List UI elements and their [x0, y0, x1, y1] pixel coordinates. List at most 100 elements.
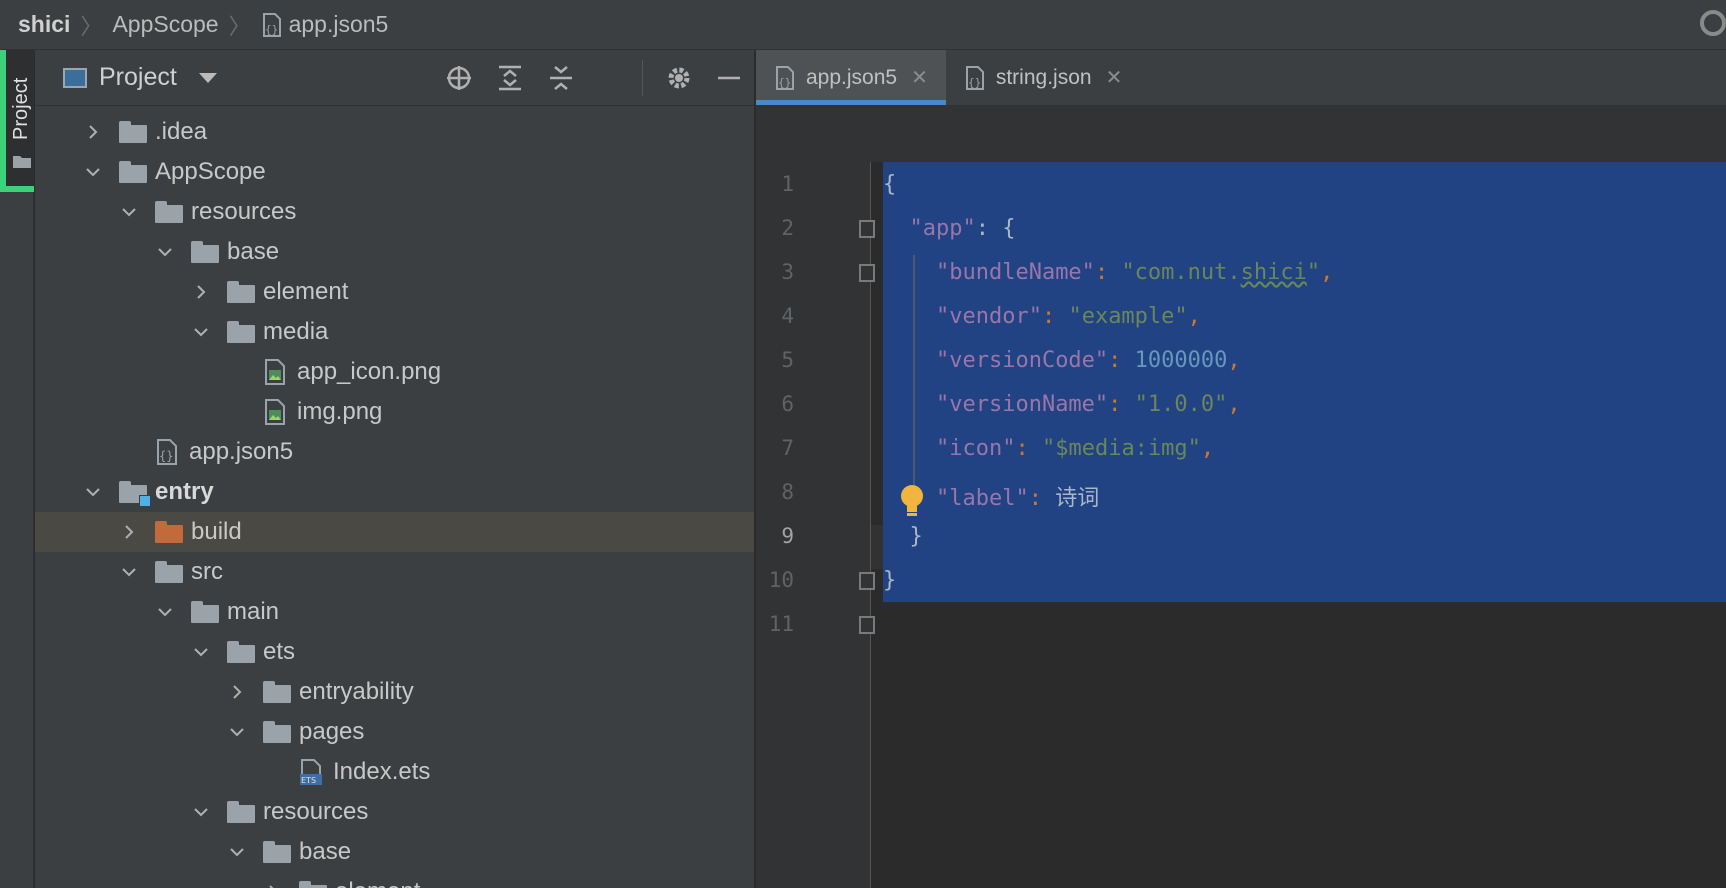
json-file-icon: {}	[965, 65, 984, 90]
tree-item[interactable]: entryability	[35, 672, 754, 712]
tree-item-label: src	[191, 558, 223, 585]
folder-icon	[263, 841, 291, 863]
close-icon[interactable]: ✕	[911, 65, 928, 90]
folder-icon	[227, 321, 255, 343]
code-line-3[interactable]: "bundleName": "com.nut.shici",	[883, 260, 1333, 285]
tree-item[interactable]: ETS Index.ets	[35, 752, 754, 792]
tree-item[interactable]: src	[35, 552, 754, 592]
tree-item[interactable]: app_icon.png	[35, 352, 754, 392]
breadcrumb-separator: 〉	[80, 13, 103, 39]
fold-marker-icon[interactable]	[859, 220, 875, 238]
line-number: 6	[781, 392, 794, 416]
gear-icon[interactable]	[665, 64, 693, 92]
tree-item-label: app_icon.png	[297, 358, 442, 385]
tree-item[interactable]: resources	[35, 192, 754, 232]
minimize-icon[interactable]	[715, 64, 743, 92]
folder-icon	[227, 281, 255, 303]
tree-item-label: resources	[191, 198, 297, 225]
tab-label: app.json5	[806, 65, 898, 89]
folder-icon	[119, 481, 151, 507]
folder-icon	[155, 201, 183, 223]
tree-item[interactable]: .idea	[35, 112, 754, 152]
folder-icon	[119, 121, 147, 143]
svg-text:{}: {}	[778, 76, 791, 89]
tool-window-stripe: Project	[0, 50, 34, 888]
chevron-right-icon[interactable]	[193, 284, 209, 300]
fold-marker-icon[interactable]	[859, 264, 875, 282]
chevron-down-icon[interactable]	[193, 324, 209, 340]
chevron-down-icon[interactable]	[229, 724, 245, 740]
expand-all-icon[interactable]	[496, 64, 524, 92]
chevron-down-icon[interactable]	[85, 164, 101, 180]
settings-gear-icon[interactable]	[1700, 10, 1726, 36]
chevron-down-icon[interactable]	[121, 564, 137, 580]
folder-icon	[155, 561, 183, 583]
code-line-8[interactable]: "label": 诗词	[883, 480, 1099, 512]
code-line-6[interactable]: "versionName": "1.0.0",	[883, 392, 1241, 417]
tree-item[interactable]: img.png	[35, 392, 754, 432]
breadcrumb-project[interactable]: shici	[18, 11, 70, 38]
code-line-2[interactable]: "app": {	[883, 216, 1016, 241]
close-icon[interactable]: ✕	[1106, 65, 1123, 90]
tab-string-json[interactable]: {} string.json ✕	[946, 50, 1140, 105]
tree-item[interactable]: base	[35, 232, 754, 272]
line-number: 9	[781, 524, 794, 548]
image-file-icon	[265, 359, 285, 385]
chevron-down-icon[interactable]	[157, 244, 173, 260]
tree-item[interactable]: build	[35, 512, 754, 552]
chevron-right-icon[interactable]	[121, 524, 137, 540]
code-line-10[interactable]: }	[883, 568, 896, 593]
chevron-down-icon[interactable]	[85, 484, 101, 500]
line-number: 8	[781, 480, 794, 504]
collapse-all-icon[interactable]	[547, 64, 575, 92]
chevron-right-icon[interactable]	[85, 124, 101, 140]
line-number: 5	[781, 348, 794, 372]
fold-marker-icon[interactable]	[859, 572, 875, 590]
folder-icon	[13, 156, 31, 168]
folder-icon	[263, 681, 291, 703]
breadcrumb-appscope[interactable]: AppScope	[112, 11, 218, 38]
tree-item-label: Index.ets	[333, 758, 431, 785]
tree-item[interactable]: pages	[35, 712, 754, 752]
chevron-down-icon[interactable]	[229, 844, 245, 860]
tree-item[interactable]: element	[35, 272, 754, 312]
editor-tabs: {} app.json5 ✕ {} string.json ✕	[756, 50, 1726, 106]
tree-item[interactable]: resources	[35, 792, 754, 832]
tree-item-label: base	[227, 238, 280, 265]
code-line-9[interactable]: }	[883, 524, 923, 549]
tree-item[interactable]: main	[35, 592, 754, 632]
project-view-icon	[63, 67, 87, 88]
ets-file-icon: ETS	[300, 759, 322, 785]
code-line-5[interactable]: "versionCode": 1000000,	[883, 348, 1241, 373]
code-line-1[interactable]: {	[883, 172, 896, 197]
code-line-4[interactable]: "vendor": "example",	[883, 304, 1201, 329]
chevron-down-icon[interactable]	[157, 604, 173, 620]
svg-text:{}: {}	[968, 76, 981, 89]
tree-item-label: main	[227, 598, 280, 625]
line-number: 7	[781, 436, 794, 460]
chevron-down-icon[interactable]	[193, 644, 209, 660]
chevron-right-icon[interactable]	[229, 684, 245, 700]
chevron-right-icon[interactable]	[265, 884, 281, 888]
tree-item[interactable]: AppScope	[35, 152, 754, 192]
json-file-icon: {}	[776, 65, 794, 90]
folder-icon	[191, 241, 219, 263]
breadcrumb-file[interactable]: {} app.json5	[261, 11, 388, 38]
tree-item[interactable]: ets	[35, 632, 754, 672]
tab-app-json5[interactable]: {} app.json5 ✕	[756, 50, 946, 105]
tree-item[interactable]: entry	[35, 472, 754, 512]
tree-item[interactable]: {} app.json5	[35, 432, 754, 472]
tree-item[interactable]: media	[35, 312, 754, 352]
tree-item[interactable]: base	[35, 832, 754, 872]
toolbar-divider	[642, 60, 643, 96]
tree-item-label: entryability	[299, 678, 414, 705]
fold-marker-icon[interactable]	[859, 616, 875, 634]
project-panel-title[interactable]: Project	[99, 63, 177, 92]
locate-icon[interactable]	[445, 64, 473, 92]
chevron-down-icon[interactable]	[198, 72, 217, 83]
code-line-7[interactable]: "icon": "$media:img",	[883, 436, 1214, 461]
chevron-down-icon[interactable]	[121, 204, 137, 220]
project-tool-button[interactable]: Project	[0, 50, 34, 192]
tree-item[interactable]: element	[35, 872, 754, 888]
chevron-down-icon[interactable]	[193, 804, 209, 820]
